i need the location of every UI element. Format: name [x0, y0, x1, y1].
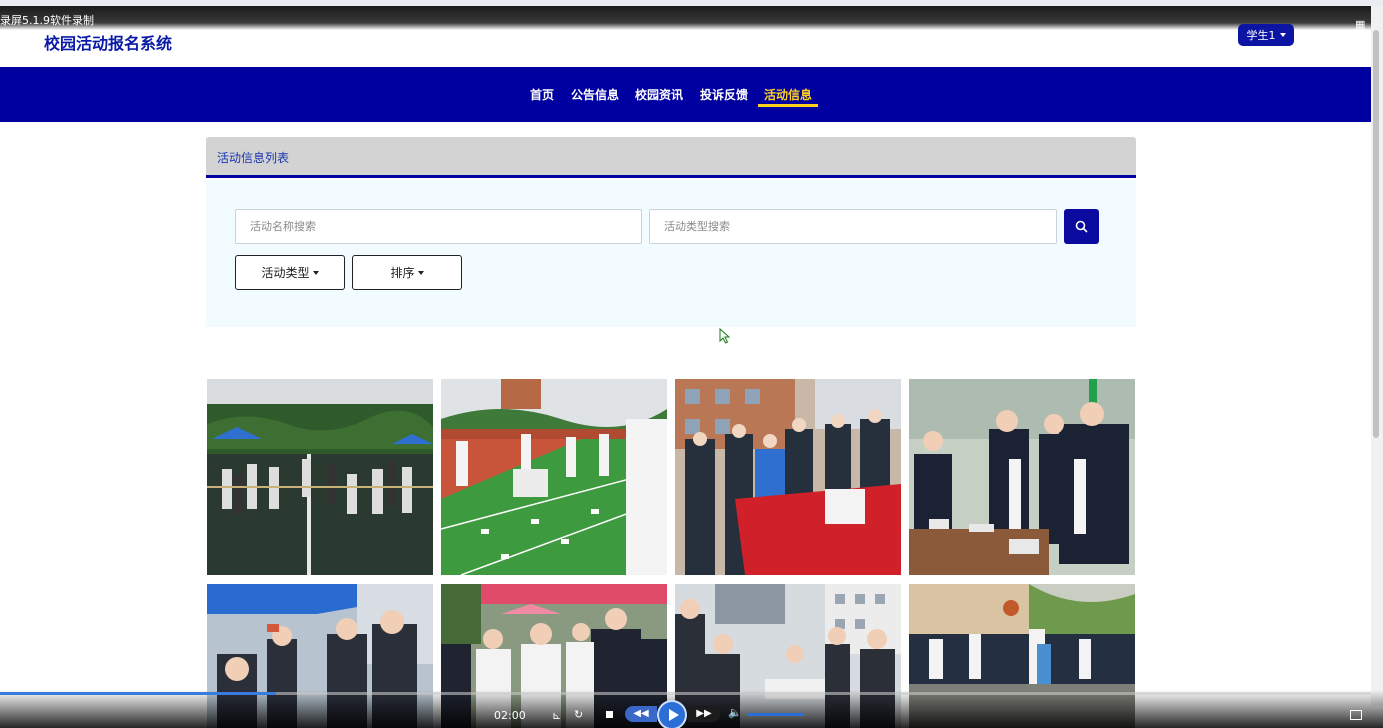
- sort-dropdown[interactable]: 排序: [352, 255, 462, 290]
- sort-dropdown-label: 排序: [390, 266, 415, 280]
- site-title[interactable]: 校园活动报名系统: [44, 30, 172, 54]
- activity-name-search-input[interactable]: [235, 209, 642, 244]
- main-nav: 首页 公告信息 校园资讯 投诉反馈 活动信息: [0, 67, 1371, 122]
- user-menu-button[interactable]: 学生1: [1238, 24, 1294, 46]
- activity-type-dropdown[interactable]: 活动类型: [235, 255, 345, 290]
- fullscreen-toggle-icon[interactable]: ▦: [1355, 18, 1369, 31]
- mouse-cursor-icon: [719, 328, 731, 344]
- caret-down-icon: [417, 270, 424, 275]
- caret-down-icon: [312, 270, 319, 275]
- page: 录屏5.1.9软件录制 ▦ 校园活动报名系统 学生1 首页 公告信息 校园资讯 …: [0, 0, 1383, 728]
- recorder-title: 录屏5.1.9软件录制: [0, 14, 94, 27]
- activity-type-search-input[interactable]: [649, 209, 1057, 244]
- activity-photo: [441, 379, 667, 575]
- search-button[interactable]: [1064, 209, 1099, 244]
- list-header: 活动信息列表: [206, 137, 1136, 178]
- activity-card-science-fair[interactable]: [909, 379, 1135, 575]
- activity-photo: [675, 379, 901, 575]
- activity-card-field-game[interactable]: [441, 379, 667, 575]
- caret-down-icon: [1279, 33, 1286, 37]
- nav-item-announcements[interactable]: 公告信息: [571, 86, 619, 103]
- volume-slider[interactable]: [748, 713, 804, 716]
- active-nav-underline: [758, 104, 818, 107]
- nav-item-activities[interactable]: 活动信息: [764, 86, 812, 103]
- rewind-icon[interactable]: ◀◀: [625, 706, 657, 722]
- activity-photo: [207, 379, 433, 575]
- nav-item-campus-news[interactable]: 校园资讯: [635, 86, 683, 103]
- nav-item-home[interactable]: 首页: [530, 86, 554, 103]
- search-panel: [206, 180, 1136, 327]
- list-header-title: 活动信息列表: [217, 151, 290, 165]
- repeat-icon[interactable]: ↻: [574, 708, 583, 721]
- activity-photo: [909, 379, 1135, 575]
- activity-type-dropdown-label: 活动类型: [261, 266, 310, 280]
- clip-icon[interactable]: ⊾: [552, 709, 561, 722]
- user-menu-label: 学生1: [1246, 29, 1276, 42]
- play-icon[interactable]: [657, 700, 687, 728]
- nav-item-feedback[interactable]: 投诉反馈: [700, 86, 748, 103]
- search-icon: [1075, 220, 1088, 233]
- stop-icon[interactable]: [606, 711, 613, 718]
- playback-time: 02:00: [494, 709, 526, 722]
- playback-progress-fill: [0, 692, 276, 695]
- scrollbar-thumb[interactable]: [1373, 30, 1379, 438]
- activity-card-tug-of-war[interactable]: [207, 379, 433, 575]
- activity-card-registration-desk[interactable]: [675, 379, 901, 575]
- fast-forward-icon[interactable]: ▶▶: [688, 706, 720, 722]
- expand-icon[interactable]: [1350, 710, 1362, 720]
- recorder-title-bar: 录屏5.1.9软件录制 ▦: [0, 6, 1383, 31]
